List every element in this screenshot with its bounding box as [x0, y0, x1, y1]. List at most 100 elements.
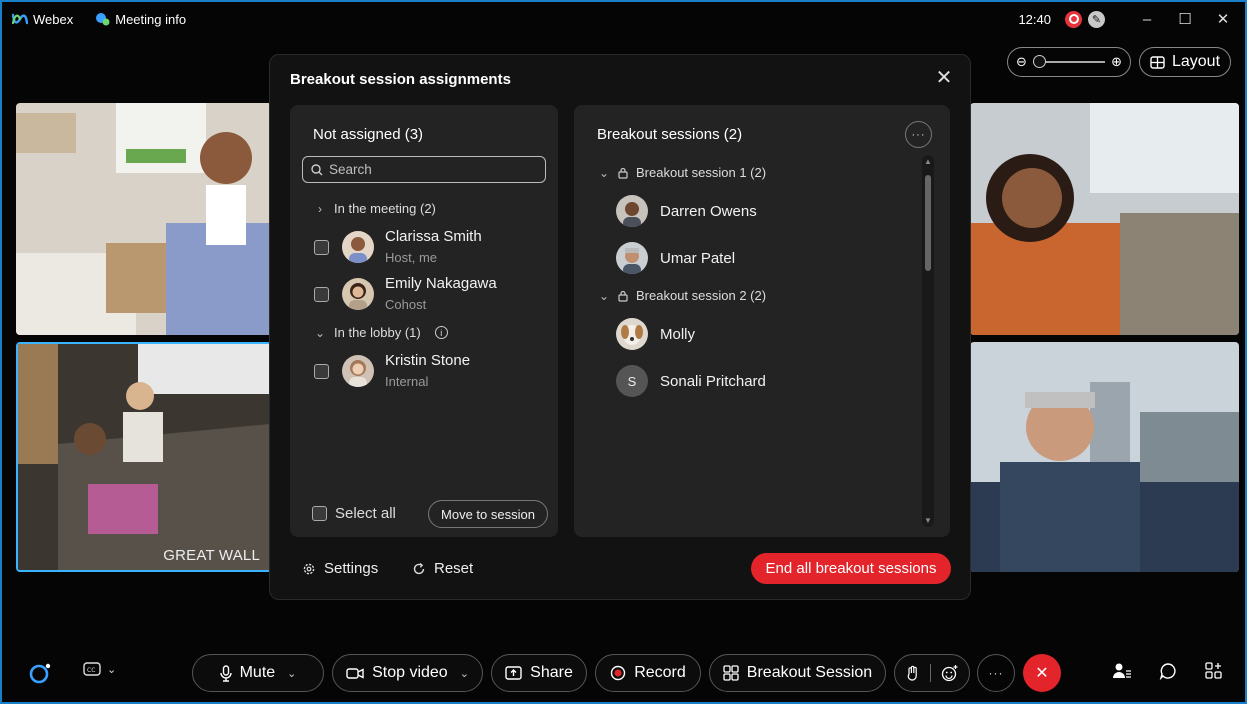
meeting-info-label: Meeting info	[115, 11, 187, 27]
chevron-down-icon: ⌄	[314, 325, 326, 340]
participant-checkbox[interactable]	[314, 239, 329, 255]
participant-checkbox[interactable]	[314, 363, 329, 379]
more-options-button[interactable]: ···	[977, 654, 1015, 692]
avatar	[342, 355, 374, 387]
video-tile-clarissa[interactable]	[16, 103, 272, 335]
info-icon[interactable]: i	[434, 326, 448, 339]
stop-video-button[interactable]: Stop video ⌄	[332, 654, 483, 692]
not-assigned-panel: Not assigned (3) › In the meeting (2) Cl…	[290, 105, 558, 537]
captions-button[interactable]: CC ⌄	[83, 662, 116, 676]
select-all-label: Select all	[335, 505, 396, 522]
pen-status-icon[interactable]: ✎	[1088, 10, 1105, 28]
sessions-more-button[interactable]: ···	[905, 121, 932, 148]
video-tile-man-right[interactable]	[970, 342, 1239, 572]
participant-role: Internal	[385, 374, 429, 389]
select-all-checkbox[interactable]	[312, 506, 327, 521]
zoom-slider-handle[interactable]	[1032, 55, 1046, 68]
search-box[interactable]	[302, 156, 546, 183]
move-to-session-button[interactable]: Move to session	[428, 500, 548, 528]
scroll-down-icon[interactable]: ▼	[922, 516, 934, 525]
participant-checkbox[interactable]	[314, 286, 329, 302]
maximize-button[interactable]: ☐	[1173, 10, 1197, 28]
more-dots-icon: ···	[988, 666, 1004, 680]
not-assigned-heading: Not assigned (3)	[313, 126, 424, 143]
meeting-info-button[interactable]: Meeting info	[95, 12, 186, 27]
video-frame-office	[970, 103, 1239, 335]
leave-meeting-button[interactable]: ✕	[1023, 654, 1061, 692]
session-2-header[interactable]: ⌄ Breakout session 2 (2)	[598, 288, 766, 303]
chevron-down-icon[interactable]: ⌄	[287, 667, 296, 680]
title-bar: Webex Meeting info 12:40 ✎ – ☐ ✕	[2, 2, 1245, 36]
settings-button[interactable]: Settings	[302, 560, 378, 577]
zoom-out-icon[interactable]: ⊖	[1016, 54, 1027, 70]
record-button[interactable]: Record	[595, 654, 701, 692]
scroll-up-icon[interactable]: ▲	[922, 157, 934, 166]
layout-button[interactable]: Layout	[1139, 47, 1231, 77]
video-camera-icon	[346, 667, 364, 679]
webex-window: Webex Meeting info 12:40 ✎ – ☐ ✕ ⊖ ⊕ Lay…	[0, 0, 1247, 704]
session-1-header[interactable]: ⌄ Breakout session 1 (2)	[598, 165, 766, 180]
sessions-scrollbar[interactable]: ▲ ▼	[922, 155, 934, 527]
lock-icon	[618, 290, 628, 302]
recording-indicator-icon[interactable]	[1065, 10, 1082, 28]
in-lobby-group[interactable]: ⌄ In the lobby (1) i	[314, 325, 448, 340]
layout-grid-icon	[1150, 55, 1165, 69]
participant-kristin[interactable]: Kristin Stone Internal	[314, 352, 470, 390]
reset-icon	[413, 562, 425, 574]
in-meeting-group[interactable]: › In the meeting (2)	[314, 201, 436, 216]
member-name: Sonali Pritchard	[660, 372, 766, 390]
lock-icon	[618, 167, 628, 179]
participant-clarissa[interactable]: Clarissa Smith Host, me	[314, 228, 482, 266]
session-member-molly[interactable]: Molly	[616, 318, 695, 350]
webex-assistant-button[interactable]	[24, 654, 56, 692]
video-tile-great-wall[interactable]: GREAT WALL	[16, 342, 272, 572]
video-tile-woman-right[interactable]	[970, 103, 1239, 335]
participant-emily[interactable]: Emily Nakagawa Cohost	[314, 275, 497, 313]
chevron-down-icon[interactable]: ⌄	[460, 667, 469, 680]
svg-text:CC: CC	[87, 667, 95, 674]
close-icon: ✕	[1035, 665, 1049, 682]
mute-label: Mute	[239, 664, 276, 681]
search-input[interactable]	[329, 162, 529, 177]
chat-button[interactable]	[1159, 662, 1177, 680]
video-frame-city	[970, 342, 1239, 572]
session-member-umar[interactable]: Umar Patel	[616, 242, 735, 274]
close-window-button[interactable]: ✕	[1211, 10, 1235, 28]
participants-button[interactable]	[1112, 662, 1132, 680]
zoom-control[interactable]: ⊖ ⊕	[1007, 47, 1131, 77]
chevron-right-icon: ›	[318, 201, 322, 216]
breakout-assignments-dialog: Breakout session assignments ✕ Not assig…	[269, 54, 971, 600]
session-member-sonali[interactable]: S Sonali Pritchard	[616, 365, 766, 397]
end-all-sessions-button[interactable]: End all breakout sessions	[751, 553, 951, 584]
initials-avatar: S	[616, 365, 648, 397]
breakout-session-button[interactable]: Breakout Session	[709, 654, 886, 692]
assistant-icon	[29, 663, 51, 684]
minimize-button[interactable]: –	[1135, 11, 1159, 28]
settings-label: Settings	[324, 560, 379, 577]
breakout-grid-icon	[723, 665, 739, 681]
breakout-sessions-heading: Breakout sessions (2)	[597, 126, 743, 143]
video-frame-room	[16, 103, 272, 335]
reactions-group	[894, 654, 970, 692]
zoom-slider[interactable]	[1032, 55, 1106, 68]
webex-app-menu[interactable]: Webex	[12, 12, 73, 27]
apps-button[interactable]	[1205, 662, 1223, 680]
stop-video-label: Stop video	[372, 664, 448, 681]
emoji-reaction-icon[interactable]	[941, 664, 959, 682]
share-button[interactable]: Share	[491, 654, 587, 692]
avatar	[342, 231, 374, 263]
close-dialog-button[interactable]: ✕	[932, 65, 956, 90]
scrollbar-thumb[interactable]	[925, 175, 931, 271]
mute-button[interactable]: Mute ⌄	[192, 654, 324, 692]
session-member-darren[interactable]: Darren Owens	[616, 195, 757, 227]
participant-role: Cohost	[385, 297, 427, 312]
reset-button[interactable]: Reset	[412, 560, 473, 577]
participant-name: Clarissa Smith	[385, 228, 482, 245]
in-meeting-label: In the meeting (2)	[334, 201, 436, 216]
select-all-control[interactable]: Select all	[312, 505, 396, 522]
member-name: Umar Patel	[660, 249, 736, 267]
meeting-info-icon	[96, 13, 110, 26]
zoom-in-icon[interactable]: ⊕	[1111, 54, 1122, 70]
raise-hand-icon[interactable]	[906, 665, 920, 682]
member-name: Molly	[660, 325, 696, 343]
